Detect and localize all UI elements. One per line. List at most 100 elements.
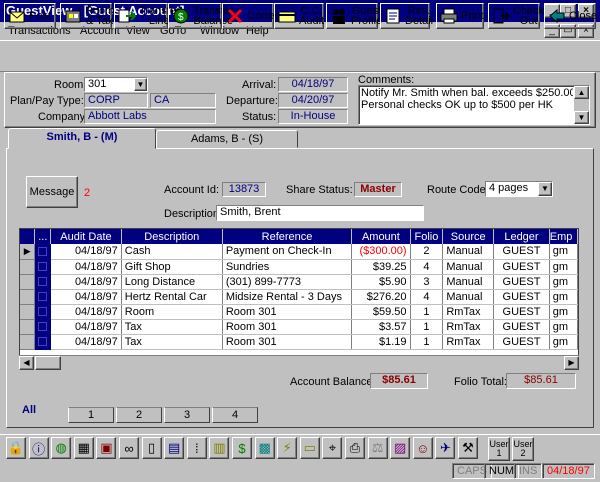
cell-ledger[interactable]: GUEST xyxy=(493,304,550,320)
printer-icon[interactable]: ⎙ xyxy=(345,437,365,459)
cell-source[interactable]: Manual xyxy=(442,244,495,260)
print-button[interactable]: Print xyxy=(436,3,484,29)
cell-ledger[interactable]: GUEST xyxy=(493,259,550,275)
cell-emp[interactable]: gm xyxy=(549,289,578,305)
col-header-source[interactable]: Source xyxy=(442,229,495,244)
plane-icon[interactable]: ✈ xyxy=(435,437,456,459)
col-header-select[interactable]: ... xyxy=(34,229,52,244)
guest-profile-button[interactable]: Guest Profile xyxy=(326,3,382,29)
cell-source[interactable]: RmTax xyxy=(442,334,495,350)
money-icon[interactable]: $ xyxy=(232,437,252,459)
cell-source[interactable]: Manual xyxy=(442,259,495,275)
row-select-cell[interactable] xyxy=(34,274,52,290)
cell-emp[interactable]: gm xyxy=(549,334,578,350)
cell-amount[interactable]: $3.57 xyxy=(351,319,411,335)
cell-reference[interactable]: Sundries xyxy=(222,259,353,275)
table-row[interactable]: ▶ 04/18/97 Cash Payment on Check-In ($300.00… xyxy=(20,244,578,260)
correct-button[interactable]: Correct xyxy=(222,3,283,29)
scroll-thumb[interactable] xyxy=(35,356,61,370)
row-select-cell[interactable] xyxy=(34,244,52,260)
cell-audit-date[interactable]: 04/18/97 xyxy=(50,244,122,260)
col-header-description[interactable]: Description xyxy=(121,229,223,244)
cell-source[interactable]: Manual xyxy=(442,289,495,305)
cell-folio[interactable]: 1 xyxy=(410,304,444,320)
cell-folio[interactable]: 3 xyxy=(410,274,444,290)
cell-description[interactable]: Hertz Rental Car xyxy=(121,289,223,305)
folio-tab-2[interactable]: 2 xyxy=(116,407,162,423)
row-select-cell[interactable] xyxy=(34,259,52,275)
binoculars-icon[interactable]: ⌖ xyxy=(322,437,343,459)
cell-description[interactable]: Tax xyxy=(121,334,223,350)
cell-ledger[interactable]: GUEST xyxy=(493,319,550,335)
row-indicator[interactable] xyxy=(20,334,36,350)
col-header-folio[interactable]: Folio xyxy=(410,229,444,244)
cell-audit-date[interactable]: 04/18/97 xyxy=(50,274,122,290)
cell-reference[interactable]: Midsize Rental - 3 Days xyxy=(222,289,353,305)
table-row[interactable]: 04/18/97 Long Distance (301) 899-7773 $5.90… xyxy=(20,274,578,290)
table-row[interactable]: 04/18/97 Hertz Rental Car Midsize Rental -… xyxy=(20,289,578,305)
cell-emp[interactable]: gm xyxy=(549,304,578,320)
col-header-reference[interactable]: Reference xyxy=(222,229,353,244)
cell-amount[interactable]: $39.25 xyxy=(351,259,411,275)
calendar-icon[interactable]: ▣ xyxy=(96,437,117,459)
trash-icon[interactable]: ▯ xyxy=(141,437,162,459)
folio-tab-4[interactable]: 4 xyxy=(212,407,258,423)
user-1-button[interactable]: User 1 xyxy=(488,437,510,461)
cell-amount[interactable]: ($300.00) xyxy=(351,244,411,260)
cell-reference[interactable]: (301) 899-7773 xyxy=(222,274,353,290)
row-select-cell[interactable] xyxy=(34,304,52,320)
cell-reference[interactable]: Room 301 xyxy=(222,319,353,335)
row-indicator[interactable] xyxy=(20,259,36,275)
cell-reference[interactable]: Room 301 xyxy=(222,304,353,320)
cell-description[interactable]: Tax xyxy=(121,319,223,335)
cell-audit-date[interactable]: 04/18/97 xyxy=(50,289,122,305)
room-tax-button[interactable]: Room & Tax xyxy=(60,3,114,29)
lock-icon[interactable]: 🔒 xyxy=(6,437,26,459)
cell-reference[interactable]: Payment on Check-In xyxy=(222,244,353,260)
row-indicator[interactable]: ▶ xyxy=(20,244,36,260)
col-header-ledger[interactable]: Ledger xyxy=(493,229,550,244)
row-indicator[interactable] xyxy=(20,274,36,290)
user-2-button[interactable]: User 2 xyxy=(512,437,534,461)
table-row[interactable]: 04/18/97 Gift Shop Sundries $39.25 4 Manual GU… xyxy=(20,259,578,275)
cell-amount[interactable]: $276.20 xyxy=(351,289,411,305)
calculator-icon[interactable]: ▦ xyxy=(73,437,94,459)
scroll-down-icon[interactable]: ▼ xyxy=(574,111,589,124)
grid-horizontal-scrollbar[interactable]: ◀ ▶ xyxy=(19,355,579,370)
tab-guest-smith[interactable]: Smith, B - (M) xyxy=(8,128,156,149)
tools-icon[interactable]: ⚒ xyxy=(458,437,478,459)
footprints-icon[interactable]: ⁞ xyxy=(186,437,207,459)
chevron-down-icon[interactable]: ▼ xyxy=(134,78,147,91)
table-row[interactable]: 04/18/97 Tax Room 301 $1.19 1 RmTax GUEST gm xyxy=(20,334,578,350)
cell-ledger[interactable]: GUEST xyxy=(493,289,550,305)
transfer-line-button[interactable]: Transfer Line xyxy=(114,3,180,29)
room-select[interactable]: 301 ▼ xyxy=(84,77,148,92)
info-icon[interactable]: ⓘ xyxy=(28,437,49,459)
cell-amount[interactable]: $5.90 xyxy=(351,274,411,290)
chevron-down-icon[interactable]: ▼ xyxy=(538,182,552,196)
cell-folio[interactable]: 4 xyxy=(410,289,444,305)
transfer-balance-button[interactable]: $ Transfer Balance xyxy=(168,3,234,29)
cell-emp[interactable]: gm xyxy=(549,259,578,275)
close-toolbar-button[interactable]: Close xyxy=(544,3,597,29)
cell-audit-date[interactable]: 04/18/97 xyxy=(50,334,122,350)
glasses-icon[interactable]: ∞ xyxy=(119,437,139,459)
post-button[interactable]: Post xyxy=(4,3,56,29)
row-indicator[interactable] xyxy=(20,289,36,305)
description-input[interactable]: Smith, Brent xyxy=(216,205,424,221)
people-icon[interactable]: ☺ xyxy=(412,437,433,459)
cell-folio[interactable]: 1 xyxy=(410,334,444,350)
comments-box[interactable]: Notify Mr. Smith when bal. exceeds $250.… xyxy=(358,85,590,125)
table-row[interactable]: 04/18/97 Room Room 301 $59.50 1 RmTax GUEST gm xyxy=(20,304,578,320)
notepad-icon[interactable]: ▤ xyxy=(164,437,185,459)
clipboard-icon[interactable]: ▥ xyxy=(209,437,230,459)
cell-reference[interactable]: Room 301 xyxy=(222,334,353,350)
lightning-icon[interactable]: ⚡ xyxy=(277,437,298,459)
cell-amount[interactable]: $1.19 xyxy=(351,334,411,350)
cell-ledger[interactable]: GUEST xyxy=(493,334,550,350)
folio-tab-3[interactable]: 3 xyxy=(164,407,210,423)
cell-source[interactable]: Manual xyxy=(442,274,495,290)
scale-icon[interactable]: ⚖ xyxy=(367,437,388,459)
cell-audit-date[interactable]: 04/18/97 xyxy=(50,259,122,275)
check-out-button[interactable]: Check Out xyxy=(488,3,544,29)
